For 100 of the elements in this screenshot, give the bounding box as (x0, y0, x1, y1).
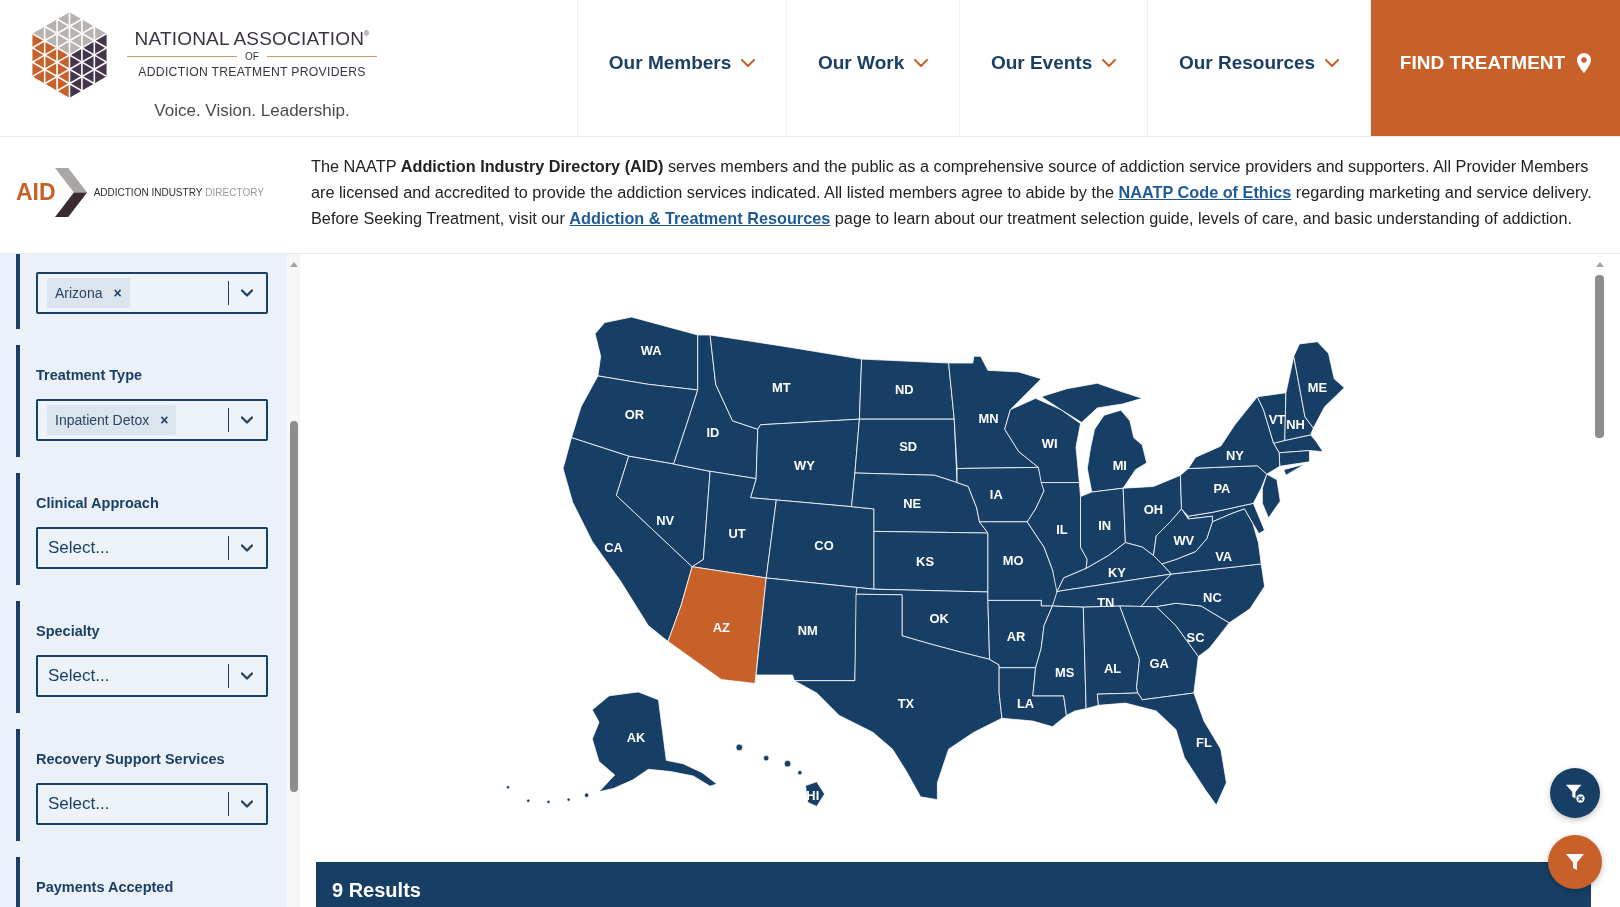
state-shape[interactable] (1004, 397, 1081, 483)
state-label: TX (897, 695, 915, 711)
state-label: AR (1006, 629, 1026, 645)
state-shape[interactable] (594, 316, 699, 391)
state-shape[interactable] (1032, 605, 1087, 716)
state-label: IA (989, 486, 1003, 502)
state-shape[interactable] (851, 472, 989, 534)
state-shape[interactable] (859, 358, 955, 420)
state-label: NE (903, 495, 922, 511)
state-label: MT (772, 379, 791, 395)
state-label: WI (1041, 436, 1058, 452)
state-shape[interactable] (1261, 473, 1281, 519)
state-shape[interactable] (873, 531, 989, 593)
chevron-down-icon[interactable] (241, 800, 253, 808)
remove-tag-button[interactable]: × (160, 412, 169, 428)
state-label: WY (794, 458, 815, 474)
state-shape[interactable] (691, 470, 777, 579)
chevron-down-icon (741, 58, 756, 67)
state-shape[interactable] (855, 587, 990, 660)
state-shape[interactable] (854, 418, 958, 483)
state-label: NH (1286, 417, 1305, 433)
inline-link[interactable]: Addiction & Treatment Resources (569, 209, 831, 227)
state-shape[interactable] (667, 566, 767, 684)
scrollbar-thumb[interactable] (289, 421, 298, 792)
state-label: AZ (712, 619, 730, 635)
logo-tagline: Voice. Vision. Leadership. (154, 101, 350, 121)
remove-tag-button[interactable]: × (113, 285, 122, 301)
find-treatment-button[interactable]: FIND TREATMENT (1371, 0, 1620, 136)
state-label: PA (1213, 481, 1231, 497)
select-field[interactable]: Select... (36, 783, 268, 825)
filter-remove-icon (1565, 783, 1585, 803)
state-label: OK (929, 610, 949, 626)
tag-label: Arizona (55, 285, 103, 301)
state-shape[interactable] (1096, 692, 1227, 806)
state-shape[interactable] (506, 691, 718, 804)
state-shape[interactable] (1082, 605, 1140, 710)
scrollbar-thumb[interactable] (1595, 275, 1604, 438)
state-shape[interactable] (1256, 392, 1287, 444)
chevron-arrow-icon (54, 167, 89, 217)
state-label: VT (1268, 411, 1286, 427)
state-label: ND (894, 382, 914, 398)
filter-icon (1565, 852, 1585, 872)
chevron-down-icon[interactable] (241, 544, 253, 552)
state-shape[interactable] (1155, 602, 1230, 657)
map-pin-icon (1577, 52, 1592, 73)
state-shape[interactable] (1040, 382, 1148, 493)
state-label: OR (624, 406, 644, 422)
chevron-down-icon[interactable] (241, 289, 253, 297)
state-label: KS (916, 553, 934, 569)
state-label: CO (814, 537, 834, 553)
state-shape[interactable] (1140, 563, 1265, 624)
filter-label: Recovery Support Services (36, 750, 225, 768)
clear-filters-button[interactable] (1550, 768, 1600, 818)
select-field[interactable]: Select... (36, 527, 268, 569)
state-shape[interactable] (750, 418, 860, 508)
state-label: VA (1215, 549, 1233, 565)
state-label: NV (656, 512, 675, 528)
state-shape[interactable] (1278, 450, 1310, 467)
state-label: NC (1203, 590, 1222, 606)
state-shape[interactable] (793, 593, 1003, 801)
state-label: HI (806, 787, 820, 803)
state-label: KY (1108, 564, 1126, 580)
state-shape[interactable] (948, 355, 1042, 469)
state-label: LA (1016, 695, 1035, 711)
filter-label: Treatment Type (36, 366, 143, 384)
state-label: MS (1055, 664, 1075, 680)
state-label: MN (978, 411, 999, 427)
aid-logo-mark: AID (16, 179, 56, 205)
state-shape[interactable] (765, 499, 875, 590)
state-label: MI (1112, 458, 1127, 474)
state-shape[interactable] (673, 334, 759, 479)
state-shape[interactable] (979, 521, 1059, 607)
state-shape[interactable] (571, 375, 699, 465)
select-field[interactable]: Arizona × (36, 272, 268, 314)
filter-label: Payments Accepted (36, 878, 174, 896)
intro-paragraph: The NAATP Addiction Industry Directory (AID) serves members and the public as a comprehensive source of addiction service providers and supporters. All Provider Members are licensed and accredited to provide the addiction services indicated. All listed members agree to abide by the NAATP Code of Ethics regarding marketing and service delivery. Before Seeking Treatment, visit our Addiction & Treatment Resources page to learn about our treatment selection guide, levels of care, and basic understanding of addiction. (311, 156, 1593, 229)
chevron-down-icon[interactable] (241, 416, 253, 424)
state-shape[interactable] (1056, 542, 1172, 593)
filter-button[interactable] (1548, 835, 1602, 889)
state-label: NM (797, 622, 818, 638)
state-label: AL (1103, 661, 1122, 677)
select-field[interactable]: Select... (36, 655, 268, 697)
state-label: NY (1225, 447, 1244, 463)
inline-link[interactable]: NAATP Code of Ethics (1118, 183, 1292, 201)
state-shape[interactable] (956, 467, 1045, 523)
state-shape[interactable] (735, 743, 825, 807)
tag-label: Inpatient Detox (55, 412, 150, 428)
state-shape[interactable] (987, 600, 1053, 669)
state-shape[interactable] (1080, 487, 1126, 569)
state-shape[interactable] (1161, 508, 1262, 575)
state-label: CA (604, 539, 623, 555)
chevron-down-icon[interactable] (241, 672, 253, 680)
select-field[interactable]: Inpatient Detox × (36, 399, 268, 441)
state-label: WV (1173, 532, 1195, 548)
state-label: IN (1098, 517, 1112, 533)
filter-label: Clinical Approach (36, 494, 159, 512)
chevron-down-icon (1102, 58, 1117, 67)
state-label: WA (640, 343, 662, 359)
state-shape[interactable] (1026, 482, 1088, 593)
state-shape[interactable] (755, 577, 858, 682)
